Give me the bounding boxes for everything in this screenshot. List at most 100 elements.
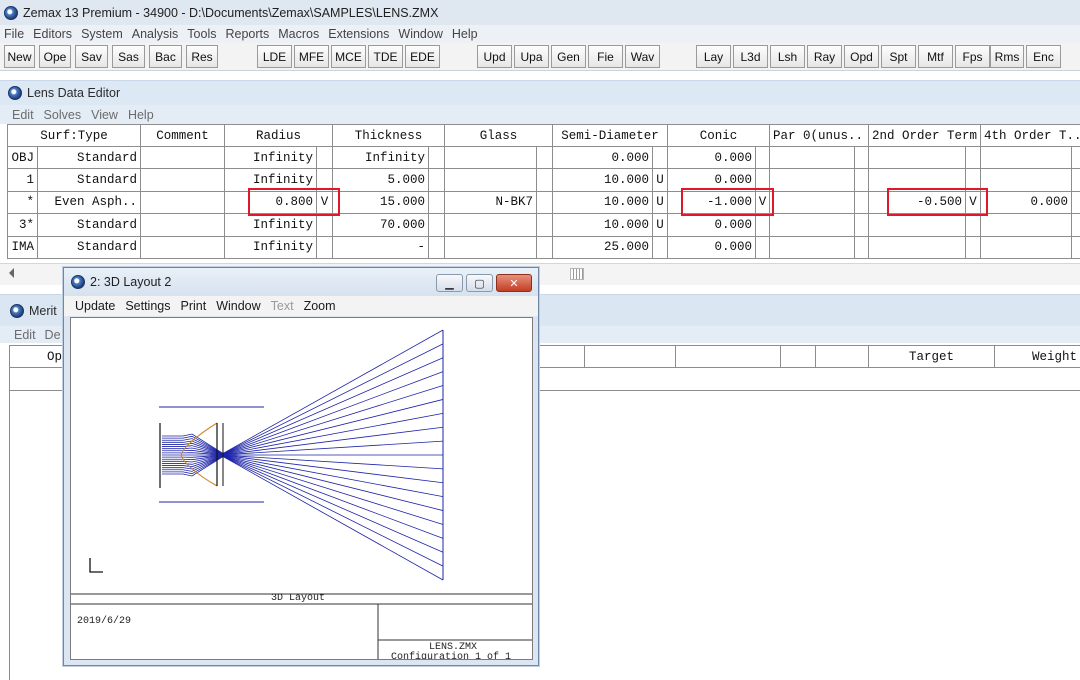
cell-type[interactable]: Standard xyxy=(38,169,141,192)
cell-conic-flag[interactable] xyxy=(756,236,770,259)
lde-menu-help[interactable]: Help xyxy=(128,108,154,122)
cell-blank[interactable] xyxy=(537,236,553,259)
toolbar-rms-button[interactable]: Rms xyxy=(990,45,1024,68)
toolbar-shaded-button[interactable]: Lsh xyxy=(770,45,805,68)
layout-menu-zoom[interactable]: Zoom xyxy=(304,299,336,313)
layout-3d-canvas[interactable]: 3D Layout 2019/6/29 LENS.ZMX Configurati… xyxy=(70,317,533,660)
cell-blank[interactable] xyxy=(141,191,225,215)
cell-blank[interactable] xyxy=(429,169,445,192)
cell-blank[interactable] xyxy=(141,214,225,237)
mfe-col-header-blank[interactable] xyxy=(781,346,816,368)
toolbar-backup-button[interactable]: Bac xyxy=(149,45,182,68)
col-header-comment[interactable]: Comment xyxy=(141,125,225,147)
cell-blank[interactable] xyxy=(537,147,553,170)
layout-menu-update[interactable]: Update xyxy=(75,299,115,313)
menu-editors[interactable]: Editors xyxy=(33,27,72,41)
lde-menu-view[interactable]: View xyxy=(91,108,118,122)
cell-blank[interactable] xyxy=(1072,169,1080,192)
cell-blank[interactable] xyxy=(855,236,869,259)
toolbar-spot-button[interactable]: Spt xyxy=(881,45,916,68)
cell-conic[interactable]: 0.000 xyxy=(668,147,756,170)
cell-par0[interactable] xyxy=(770,169,855,192)
maximize-icon[interactable]: ▢ xyxy=(466,274,493,292)
layout-menu-print[interactable]: Print xyxy=(180,299,206,313)
mfe-col-header-blank[interactable] xyxy=(585,346,676,368)
cell-fourth[interactable] xyxy=(981,147,1072,170)
cell-radius-flag[interactable] xyxy=(317,214,333,237)
cell-radius[interactable]: Infinity xyxy=(225,214,317,237)
col-header-par0[interactable]: Par 0(unus.. xyxy=(770,125,869,147)
cell-blank[interactable] xyxy=(1072,147,1080,170)
toolbar-layout-button[interactable]: Lay xyxy=(696,45,731,68)
cell-blank[interactable] xyxy=(141,147,225,170)
cell-conic[interactable]: 0.000 xyxy=(668,214,756,237)
cell-semi-flag[interactable]: U xyxy=(653,191,668,215)
cell-second[interactable] xyxy=(869,147,966,170)
lde-menu-edit[interactable]: Edit xyxy=(12,108,34,122)
cell-blank[interactable] xyxy=(1072,237,1080,259)
toolbar-field-button[interactable]: Fie xyxy=(588,45,623,68)
app-title-bar[interactable]: Zemax 13 Premium - 34900 - D:\Documents\… xyxy=(0,0,1080,25)
cell-glass[interactable] xyxy=(445,147,537,170)
toolbar-restore-button[interactable]: Res xyxy=(186,45,218,68)
cell-par0[interactable] xyxy=(770,214,855,237)
cell-thickness[interactable]: 15.000 xyxy=(333,191,429,215)
cell-radius[interactable]: Infinity xyxy=(225,236,317,259)
cell-second-flag[interactable] xyxy=(966,147,981,170)
cell-glass[interactable] xyxy=(445,236,537,259)
close-icon[interactable]: ✕ xyxy=(496,274,532,292)
toolbar-fps-button[interactable]: Fps xyxy=(955,45,990,68)
menu-file[interactable]: File xyxy=(4,27,24,41)
menu-system[interactable]: System xyxy=(81,27,123,41)
cell-blank[interactable] xyxy=(537,191,553,215)
cell-blank[interactable] xyxy=(141,236,225,259)
toolbar-mfe-button[interactable]: MFE xyxy=(294,45,329,68)
mfe-col-header-target[interactable]: Target xyxy=(869,346,995,368)
cell-surf[interactable]: 3* xyxy=(8,214,38,237)
toolbar-ray-button[interactable]: Ray xyxy=(807,45,842,68)
scroll-left-arrow-icon[interactable] xyxy=(9,268,14,278)
cell-blank[interactable] xyxy=(1072,214,1080,237)
toolbar-update-button[interactable]: Upd xyxy=(477,45,512,68)
cell-type[interactable]: Standard xyxy=(38,214,141,237)
cell-thickness[interactable]: 5.000 xyxy=(333,169,429,192)
layout-menu-settings[interactable]: Settings xyxy=(125,299,170,313)
cell-conic[interactable]: 0.000 xyxy=(668,236,756,259)
cell-blank[interactable] xyxy=(429,236,445,259)
cell-glass[interactable] xyxy=(445,169,537,192)
cell-second[interactable] xyxy=(869,236,966,259)
cell-semi-flag[interactable]: U xyxy=(653,214,668,237)
menu-analysis[interactable]: Analysis xyxy=(132,27,179,41)
cell-surf[interactable]: * xyxy=(8,191,38,215)
cell-blank[interactable] xyxy=(855,147,869,170)
cell-semi[interactable]: 10.000 xyxy=(553,169,653,192)
menu-extensions[interactable]: Extensions xyxy=(328,27,389,41)
cell-blank[interactable] xyxy=(855,214,869,237)
cell-blank[interactable] xyxy=(855,169,869,192)
toolbar-save-button[interactable]: Sav xyxy=(75,45,108,68)
cell-fourth[interactable] xyxy=(981,169,1072,192)
col-header-surf-type[interactable]: Surf:Type xyxy=(8,125,141,147)
toolbar-ede-button[interactable]: EDE xyxy=(405,45,440,68)
col-header-2nd-order-term[interactable]: 2nd Order Term xyxy=(869,125,981,147)
cell-semi[interactable]: 10.000 xyxy=(553,214,653,237)
lens-data-editor-title-bar[interactable]: Lens Data Editor xyxy=(0,80,1080,105)
cell-blank[interactable] xyxy=(141,169,225,192)
cell-surf[interactable]: 1 xyxy=(8,169,38,192)
col-header-semi-diameter[interactable]: Semi-Diameter xyxy=(553,125,668,147)
cell-blank[interactable] xyxy=(429,147,445,170)
cell-semi[interactable]: 0.000 xyxy=(553,147,653,170)
cell-fourth[interactable] xyxy=(981,214,1072,237)
cell-surf[interactable]: OBJ xyxy=(8,147,38,170)
menu-window[interactable]: Window xyxy=(398,27,442,41)
cell-semi[interactable]: 10.000 xyxy=(553,191,653,215)
toolbar-save-as-button[interactable]: Sas xyxy=(112,45,145,68)
cell-blank[interactable] xyxy=(855,191,869,215)
cell-semi-flag[interactable] xyxy=(653,236,668,259)
mfe-col-header-blank[interactable] xyxy=(816,346,869,368)
menu-help[interactable]: Help xyxy=(452,27,478,41)
cell-semi-flag[interactable]: U xyxy=(653,169,668,192)
col-header-glass[interactable]: Glass xyxy=(445,125,553,147)
cell-type[interactable]: Even Asph.. xyxy=(38,191,141,215)
cell-radius-flag[interactable] xyxy=(317,147,333,170)
